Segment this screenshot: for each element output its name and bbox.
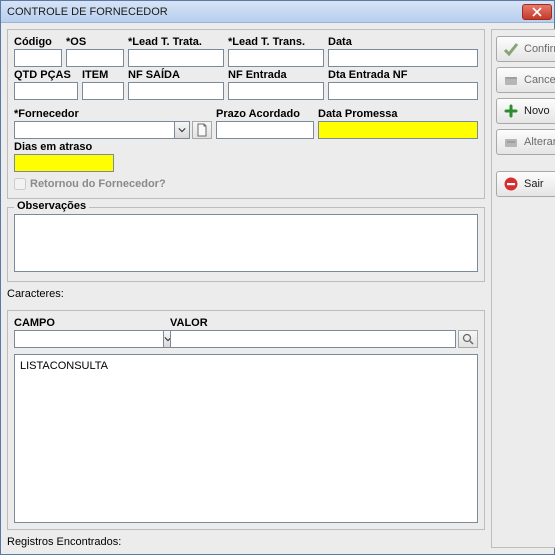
document-icon <box>196 123 208 137</box>
novo-label: Novo <box>524 105 550 117</box>
dias-em-atraso-label: Dias em atraso <box>14 141 114 153</box>
lead-trata-input[interactable] <box>128 49 224 67</box>
fornecedor-combo[interactable] <box>14 121 190 139</box>
valor-label: VALOR <box>170 317 478 329</box>
item-label: ITEM <box>82 69 124 81</box>
nf-saida-input[interactable] <box>128 82 224 100</box>
list-area[interactable]: LISTACONSULTA <box>14 354 478 523</box>
observacoes-fieldset: Observações <box>7 207 485 282</box>
confirm-icon <box>503 41 519 57</box>
chevron-down-icon <box>178 126 186 134</box>
qtd-pcas-input[interactable] <box>14 82 78 100</box>
fornecedor-dropdown-button[interactable] <box>174 121 190 139</box>
sair-button[interactable]: Sair <box>496 171 555 197</box>
nf-entrada-label: NF Entrada <box>228 69 324 81</box>
observacoes-legend: Observações <box>14 200 89 212</box>
confirmar-label: Confirmar <box>524 43 555 55</box>
dta-entrada-nf-label: Dta Entrada NF <box>328 69 478 81</box>
campo-combo[interactable] <box>14 330 164 348</box>
form-row-2: QTD PÇAS ITEM NF SAÍDA NF Entrada Dta En… <box>14 69 478 100</box>
dias-em-atraso-input[interactable] <box>14 154 114 172</box>
plus-icon <box>503 103 519 119</box>
nf-entrada-input[interactable] <box>228 82 324 100</box>
fornecedor-input[interactable] <box>14 121 174 139</box>
close-button[interactable] <box>522 4 552 20</box>
alterar-label: Alterar <box>524 136 555 148</box>
sair-label: Sair <box>524 178 544 190</box>
left-column: Código *OS *Lead T. Trata. *Lead T. Tran… <box>7 29 485 548</box>
lead-trans-label: *Lead T. Trans. <box>228 36 324 48</box>
search-icon <box>462 333 474 345</box>
cancelar-label: Cancelar <box>524 74 555 86</box>
nf-saida-label: NF SAÍDA <box>128 69 224 81</box>
prazo-acordado-input[interactable] <box>216 121 314 139</box>
filter-row: CAMPO VALOR <box>14 317 478 348</box>
dta-entrada-nf-input[interactable] <box>328 82 478 100</box>
data-label: Data <box>328 36 478 48</box>
codigo-label: Código <box>14 36 62 48</box>
retornou-label: Retornou do Fornecedor? <box>30 178 166 190</box>
qtd-pcas-label: QTD PÇAS <box>14 69 78 81</box>
form-row-4: Dias em atraso <box>14 141 478 172</box>
prazo-acordado-label: Prazo Acordado <box>216 108 314 120</box>
alterar-button[interactable]: Alterar <box>496 129 555 155</box>
data-promessa-label: Data Promessa <box>318 108 478 120</box>
codigo-input[interactable] <box>14 49 62 67</box>
os-input[interactable] <box>66 49 124 67</box>
form-row-3: *Fornecedor Prazo Acordado Data <box>14 108 478 139</box>
campo-input[interactable] <box>14 330 163 348</box>
titlebar: CONTROLE DE FORNECEDOR <box>1 1 554 23</box>
list-header: LISTACONSULTA <box>20 360 108 372</box>
form-panel: Código *OS *Lead T. Trata. *Lead T. Tran… <box>7 29 485 199</box>
campo-label: CAMPO <box>14 317 164 329</box>
window-title: CONTROLE DE FORNECEDOR <box>7 6 168 18</box>
observacoes-textarea[interactable] <box>14 214 478 272</box>
cancelar-button[interactable]: Cancelar <box>496 67 555 93</box>
caracteres-label: Caracteres: <box>7 288 485 300</box>
search-button[interactable] <box>458 330 478 348</box>
exit-icon <box>503 176 519 192</box>
novo-button[interactable]: Novo <box>496 98 555 124</box>
retornou-row: Retornou do Fornecedor? <box>14 178 478 190</box>
lead-trata-label: *Lead T. Trata. <box>128 36 224 48</box>
form-row-1: Código *OS *Lead T. Trata. *Lead T. Tran… <box>14 36 478 67</box>
item-input[interactable] <box>82 82 124 100</box>
registros-label: Registros Encontrados: <box>7 536 485 548</box>
os-label: *OS <box>66 36 124 48</box>
window-frame: CONTROLE DE FORNECEDOR Código *OS *Lead … <box>0 0 555 555</box>
filter-fieldset: CAMPO VALOR <box>7 310 485 530</box>
edit-icon <box>503 134 519 150</box>
retornou-checkbox[interactable] <box>14 178 26 190</box>
cancel-icon <box>503 72 519 88</box>
close-icon <box>532 7 542 17</box>
data-promessa-input[interactable] <box>318 121 478 139</box>
fornecedor-lookup-button[interactable] <box>192 121 212 139</box>
button-panel: Confirmar Cancelar Novo Alterar Sair <box>491 29 555 548</box>
valor-input[interactable] <box>170 330 456 348</box>
content-area: Código *OS *Lead T. Trata. *Lead T. Tran… <box>1 23 554 554</box>
fornecedor-label: *Fornecedor <box>14 108 212 120</box>
data-input[interactable] <box>328 49 478 67</box>
confirmar-button[interactable]: Confirmar <box>496 36 555 62</box>
lead-trans-input[interactable] <box>228 49 324 67</box>
